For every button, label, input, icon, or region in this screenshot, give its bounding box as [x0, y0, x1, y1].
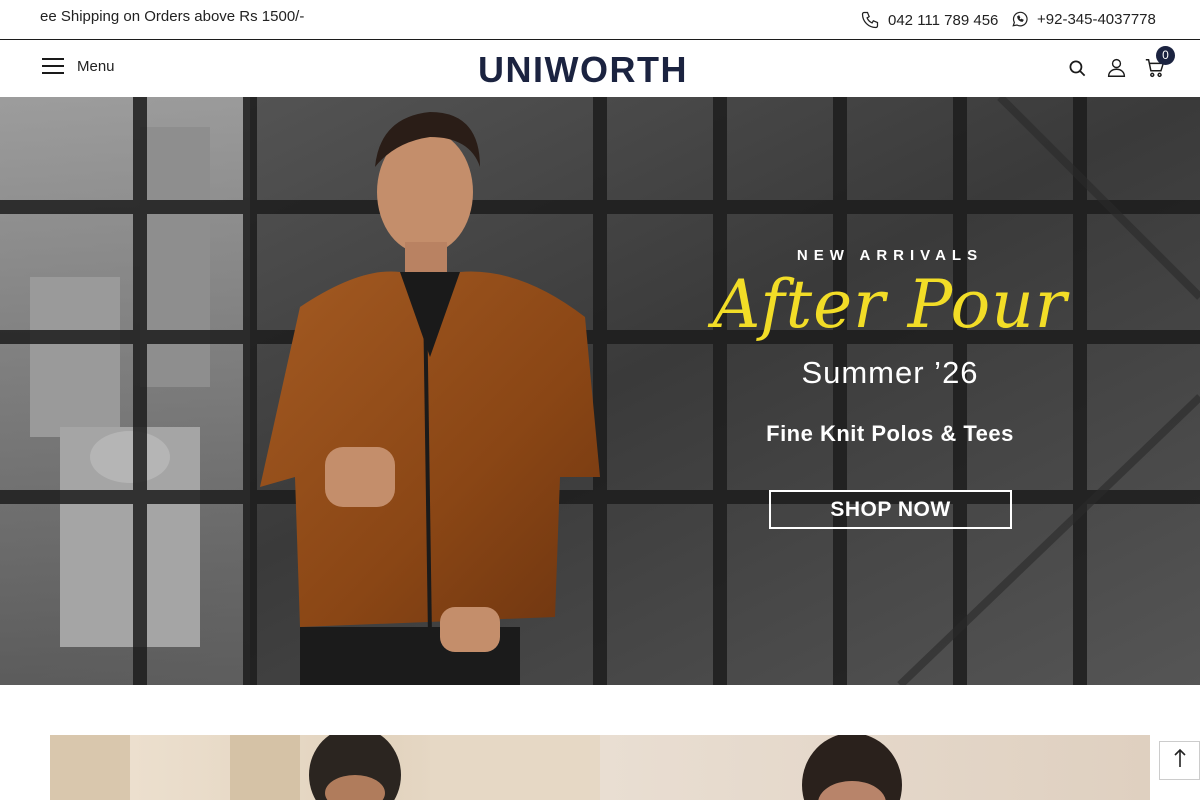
site-header: Menu UNIWORTH 0	[0, 40, 1200, 97]
hamburger-icon	[42, 57, 64, 75]
hero-eyebrow: NEW ARRIVALS	[796, 247, 984, 264]
hero-season: Summer ’26	[801, 355, 979, 390]
announcement-bar: ee Shipping on Orders above Rs 1500/- 04…	[0, 0, 1200, 40]
category-tile-right[interactable]	[600, 735, 1150, 800]
whatsapp-link[interactable]: +92-345-4037778	[1011, 10, 1156, 28]
uniworth-logo[interactable]: UNIWORTH	[469, 50, 697, 90]
cart-count-badge[interactable]: 0	[1156, 46, 1175, 65]
hero-collection: Fine Knit Polos & Tees	[766, 421, 1014, 446]
phone-number: 042 111 789 456	[888, 11, 999, 29]
phone-icon	[860, 10, 880, 30]
whatsapp-number: +92-345-4037778	[1037, 10, 1156, 28]
hero-text-block: NEW ARRIVALS After Pour Summer ’26 Fine …	[700, 97, 1080, 685]
whatsapp-icon	[1011, 10, 1029, 28]
category-tile-left[interactable]	[50, 735, 600, 800]
category-tiles	[50, 735, 1150, 800]
shop-now-button[interactable]: SHOP NOW	[769, 490, 1012, 529]
tile-image-left	[50, 735, 600, 800]
arrow-up-icon	[1173, 748, 1187, 773]
back-to-top-button[interactable]	[1159, 741, 1200, 780]
menu-button[interactable]: Menu	[42, 57, 115, 75]
tile-image-right	[802, 735, 902, 800]
free-shipping-promo: ee Shipping on Orders above Rs 1500/-	[40, 8, 305, 25]
phone-link[interactable]: 042 111 789 456	[860, 10, 998, 30]
hero-banner[interactable]: NEW ARRIVALS After Pour Summer ’26 Fine …	[0, 97, 1200, 685]
menu-label: Menu	[77, 57, 115, 75]
search-icon[interactable]	[1068, 59, 1087, 83]
hero-headline: After Pour	[712, 266, 1068, 343]
account-icon[interactable]	[1106, 57, 1127, 83]
